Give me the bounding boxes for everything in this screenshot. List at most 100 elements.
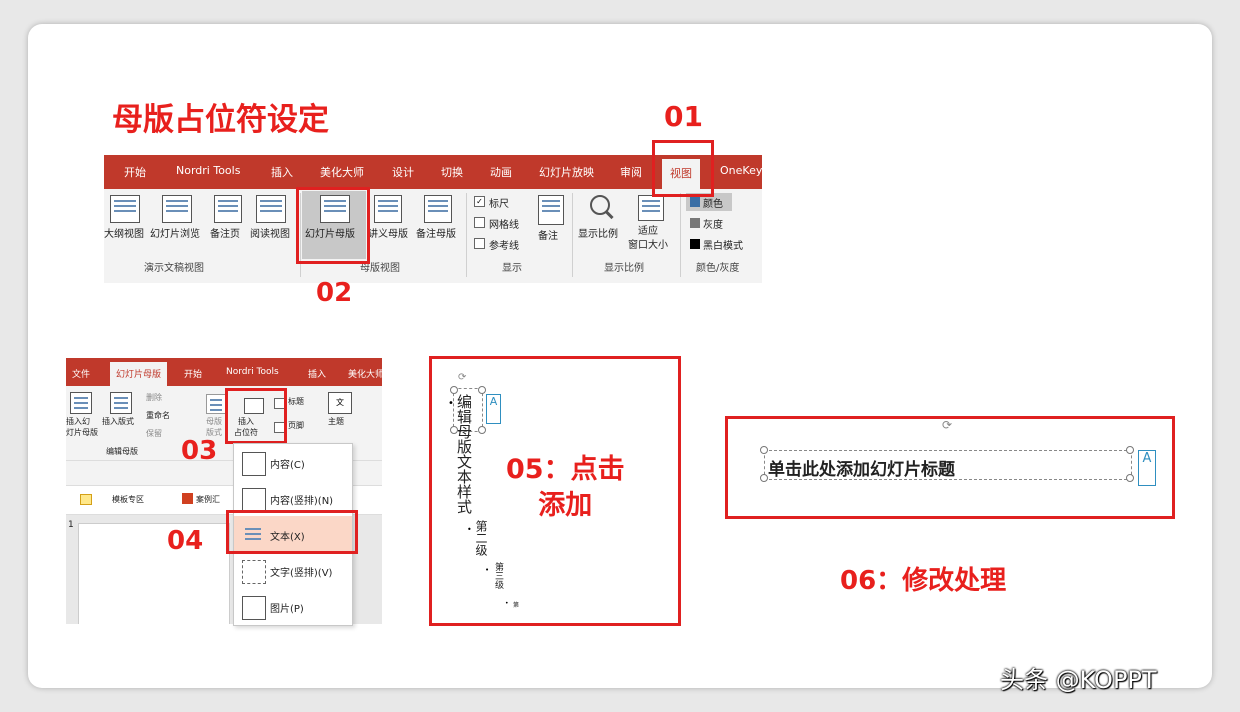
rotate-handle-icon[interactable]: ⟳ [458, 372, 466, 383]
highlight-text-item [226, 510, 358, 554]
tab-file[interactable]: 文件 [72, 367, 90, 380]
gridlines-label: 网格线 [489, 220, 519, 231]
outline-view-label: 大纲视图 [104, 229, 144, 240]
black-white-swatch-icon [690, 239, 700, 249]
bullet-icon: • [485, 566, 490, 574]
ppt-file-icon [182, 493, 193, 504]
outline-view-icon[interactable] [110, 195, 140, 223]
tab-insert[interactable]: 插入 [271, 164, 293, 180]
divider [572, 193, 573, 277]
page-title: 母版占位符设定 [112, 102, 329, 138]
rename-label[interactable]: 重命名 [146, 410, 170, 421]
vertical-body-text: 编辑母版文本样式 [455, 394, 473, 514]
vertical-level-2: 第二级 [474, 520, 488, 556]
highlight-slide-master [296, 187, 370, 264]
bullet-icon: • [505, 600, 509, 607]
delete-label[interactable]: 删除 [146, 392, 162, 403]
tab-beautify[interactable]: 美化大师 [320, 164, 364, 180]
template-zone-link[interactable]: 模板专区 [112, 494, 144, 505]
resize-handle[interactable] [760, 474, 768, 482]
ruler-label: 标尺 [489, 199, 509, 210]
watermark: 头条 @KOPPT [1000, 666, 1157, 694]
tab-insert[interactable]: 插入 [308, 367, 326, 380]
resize-handle[interactable] [478, 386, 486, 394]
step-06-label: 06：修改处理 [840, 566, 1007, 596]
zoom-icon-handle [604, 209, 614, 220]
tab-slideshow[interactable]: 幻灯片放映 [539, 164, 594, 180]
picture-icon [242, 596, 266, 620]
reading-view-label: 阅读视图 [250, 229, 290, 240]
content-vertical-icon [242, 488, 266, 512]
gridlines-checkbox[interactable] [474, 217, 485, 228]
rotate-handle-icon[interactable]: ⟳ [942, 418, 952, 432]
fit-window-icon[interactable] [638, 195, 664, 221]
resize-handle[interactable] [478, 426, 486, 434]
theme-label: 主题 [328, 417, 344, 426]
highlight-view-tab [652, 140, 714, 197]
guides-checkbox[interactable] [474, 238, 485, 249]
insert-master-icon[interactable] [70, 392, 92, 414]
preserve-label[interactable]: 保留 [146, 428, 162, 439]
title-placeholder-text[interactable]: 单击此处添加幻灯片标题 [768, 455, 955, 480]
group-color-grayscale: 颜色/灰度 [696, 263, 740, 274]
tab-home[interactable]: 开始 [184, 367, 202, 380]
menu-item-text-vertical[interactable]: 文字(竖排)(V) [234, 552, 352, 590]
divider [680, 193, 681, 277]
notes-master-label: 备注母版 [416, 229, 456, 240]
folder-icon[interactable] [80, 494, 92, 505]
highlight-insert-placeholder [225, 388, 287, 444]
tab-review[interactable]: 审阅 [620, 164, 642, 180]
resize-handle[interactable] [1126, 446, 1134, 454]
menu-item-picture[interactable]: 图片(P) [234, 588, 352, 625]
slide-sorter-icon[interactable] [162, 195, 192, 223]
color-swatch-icon [690, 197, 700, 207]
reading-view-icon[interactable] [256, 195, 286, 223]
handout-master-icon[interactable] [374, 195, 402, 223]
master-layout-label: 母版 版式 [206, 417, 222, 437]
color-label[interactable]: 颜色 [703, 195, 723, 210]
theme-icon[interactable]: 文 [328, 392, 352, 414]
ruler-checkbox[interactable]: ✓ [474, 196, 485, 207]
case-link[interactable]: 案例汇 [196, 494, 220, 505]
grayscale-label[interactable]: 灰度 [703, 216, 723, 231]
tab-slide-master[interactable]: 幻灯片母版 [110, 362, 168, 386]
step-02-label: 02 [316, 278, 353, 308]
resize-handle[interactable] [760, 446, 768, 454]
tab-animations[interactable]: 动画 [490, 164, 512, 180]
notes-icon[interactable] [538, 195, 564, 225]
insert-layout-icon[interactable] [110, 392, 132, 414]
tab-nordri-tools[interactable]: Nordri Tools [176, 164, 240, 177]
black-white-label[interactable]: 黑白模式 [703, 237, 743, 252]
autofit-icon[interactable]: A [486, 394, 501, 424]
notes-master-icon[interactable] [424, 195, 452, 223]
tab-onekey[interactable]: OneKey [720, 164, 762, 177]
slide-number: 1 [68, 520, 74, 530]
bullet-icon: • [467, 525, 472, 534]
slide-thumbnail[interactable] [78, 523, 230, 624]
notes-page-icon[interactable] [214, 195, 242, 223]
step-04-label: 04 [167, 526, 204, 556]
title-label: 标题 [288, 397, 304, 406]
footer-label: 页脚 [288, 421, 304, 430]
vertical-level-4: 第 [513, 602, 520, 609]
tab-design[interactable]: 设计 [392, 164, 414, 180]
vertical-level-3: 第三级 [493, 562, 503, 589]
step-01-label: 01 [664, 100, 703, 133]
resize-handle[interactable] [1126, 474, 1134, 482]
zoom-label: 显示比例 [578, 229, 618, 240]
master-layout-icon[interactable] [206, 394, 226, 414]
autofit-icon[interactable]: A [1138, 450, 1156, 486]
menu-item-content[interactable]: 内容(C) [234, 444, 352, 482]
guides-label: 参考线 [489, 241, 519, 252]
content-icon [242, 452, 266, 476]
insert-master-label: 插入幻 灯片母版 [66, 417, 98, 437]
resize-handle[interactable] [450, 386, 458, 394]
fit-window-label: 适应 窗口大小 [628, 226, 668, 251]
notes-label: 备注 [538, 231, 558, 242]
step-03-label: 03 [181, 436, 218, 466]
tab-home[interactable]: 开始 [124, 164, 146, 180]
tab-beautify[interactable]: 美化大师 [348, 367, 382, 380]
text-vertical-icon [242, 560, 266, 584]
tab-transitions[interactable]: 切换 [441, 164, 463, 180]
tab-nordri-tools[interactable]: Nordri Tools [226, 367, 279, 377]
